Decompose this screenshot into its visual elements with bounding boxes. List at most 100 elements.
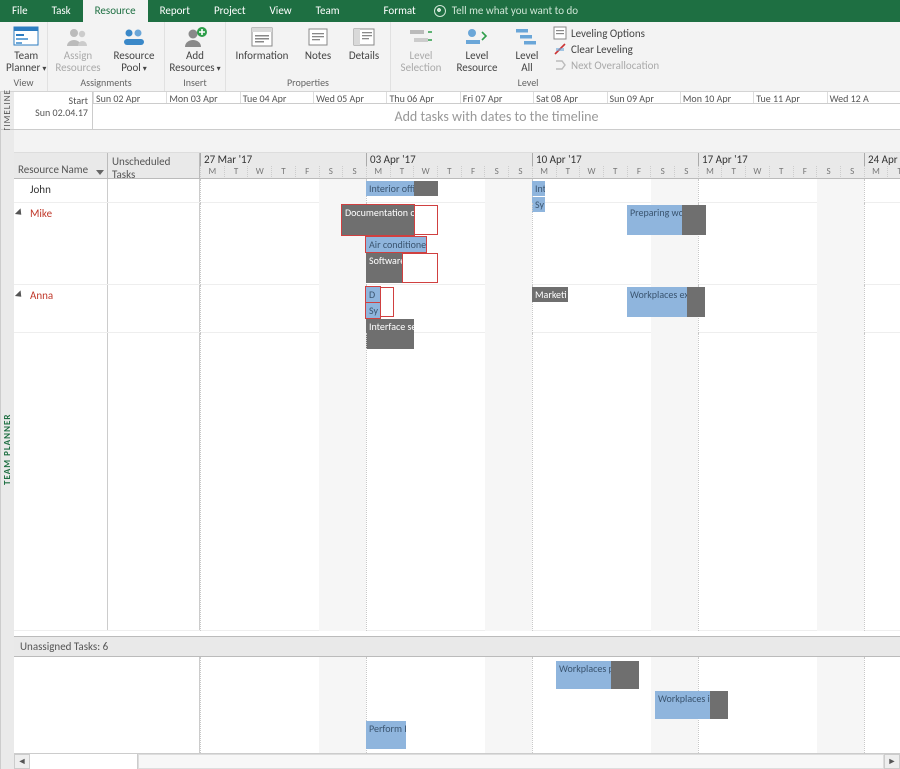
resource-name-cell[interactable]: John xyxy=(14,179,108,202)
task-bar[interactable] xyxy=(611,661,639,689)
menu-team[interactable]: Team xyxy=(304,0,352,22)
menu-view[interactable]: View xyxy=(258,0,304,22)
task-bar[interactable] xyxy=(380,287,394,317)
day-letter: T xyxy=(224,166,248,178)
team-planner-label: Team Planner▾ xyxy=(6,50,46,74)
menubar: File Task Resource Report Project View T… xyxy=(0,0,900,22)
week-label: 24 Apr ' xyxy=(864,153,900,166)
details-button[interactable]: Details xyxy=(344,24,384,62)
resource-name-cell[interactable]: Mike xyxy=(14,203,108,284)
task-bar[interactable]: Interior office xyxy=(366,181,414,196)
horizontal-scrollbar[interactable]: ◄ ► xyxy=(14,753,900,769)
timeline-placeholder[interactable]: Add tasks with dates to the timeline xyxy=(93,104,900,129)
task-bar[interactable]: Sy xyxy=(366,303,380,318)
tell-me-search[interactable]: Tell me what you want to do xyxy=(428,0,586,22)
scroll-left-button[interactable]: ◄ xyxy=(14,754,30,769)
day-letter: T xyxy=(271,166,295,178)
scroll-track[interactable] xyxy=(138,754,884,769)
clear-leveling-label: Clear Leveling xyxy=(571,43,633,56)
resource-chart-area[interactable]: Interior officeIntSy xyxy=(200,179,900,202)
ribbon-group-level: Level Selection Level Resource Level All… xyxy=(391,22,665,91)
day-letter: W xyxy=(247,166,271,178)
task-bar[interactable] xyxy=(710,691,728,719)
resource-chart-area[interactable]: DSyInterface setupMarketiWorkplaces expo… xyxy=(200,285,900,332)
task-bar[interactable]: D xyxy=(366,287,380,302)
task-bar[interactable]: Software design xyxy=(366,253,402,283)
planner-body[interactable]: John Interior office Int Sy Mike Documentatio… xyxy=(14,179,900,636)
resource-pool-label: Resource Pool▾ xyxy=(110,50,158,74)
resource-name-text: Mike xyxy=(30,207,52,220)
task-bar[interactable] xyxy=(682,205,706,235)
information-label: Information xyxy=(236,50,289,62)
timeline-day: Sun 02 Apr xyxy=(93,92,166,103)
unassigned-body[interactable]: Workplaces preparation Workplaces importa… xyxy=(14,657,900,753)
task-bar[interactable]: Workplaces preparation xyxy=(556,661,611,689)
team-planner-vert-label[interactable]: TEAM PLANNER xyxy=(0,130,14,769)
planner-timescale[interactable]: 27 Mar '1703 Apr '1710 Apr '1717 Apr '17… xyxy=(200,153,900,178)
col-resource-name[interactable]: Resource Name xyxy=(14,153,108,178)
empty-row-area[interactable] xyxy=(14,333,900,631)
collapse-icon[interactable] xyxy=(15,208,24,217)
resource-row[interactable]: Mike Documentation creation Air conditione… xyxy=(14,203,900,285)
menu-format[interactable]: Format xyxy=(372,0,428,22)
menu-file[interactable]: File xyxy=(0,0,40,22)
task-bar[interactable]: Air conditioners xyxy=(366,237,426,252)
task-bar[interactable]: Marketi xyxy=(532,287,568,302)
col-unscheduled[interactable]: Unscheduled Tasks xyxy=(108,153,200,178)
resource-chart-area[interactable]: Documentation creation Air conditionersSo… xyxy=(200,203,900,284)
notes-icon xyxy=(305,26,331,48)
task-bar[interactable]: Perform Initial xyxy=(366,721,406,749)
menu-resource[interactable]: Resource xyxy=(83,0,148,22)
unscheduled-cell[interactable] xyxy=(108,179,200,202)
assign-resources-button: Assign Resources xyxy=(54,24,102,74)
task-bar[interactable] xyxy=(414,205,438,235)
task-bar[interactable] xyxy=(687,287,705,317)
task-bar[interactable]: Preparing workplaces xyxy=(627,205,682,235)
day-letter: M xyxy=(366,166,390,178)
level-selection-button: Level Selection xyxy=(397,24,445,74)
day-letter: S xyxy=(508,166,532,178)
resource-pool-button[interactable]: Resource Pool▾ xyxy=(110,24,158,74)
leveling-options-label: Leveling Options xyxy=(571,27,645,40)
add-resources-label: Add Resources▾ xyxy=(169,50,220,74)
unassigned-header[interactable]: Unassigned Tasks: 6 xyxy=(14,636,900,657)
clear-leveling-icon xyxy=(553,42,567,56)
team-planner-button[interactable]: Team Planner▾ xyxy=(6,24,46,74)
resource-row[interactable]: JohnInterior officeIntSy xyxy=(14,179,900,203)
task-bar[interactable]: Workplaces exportation xyxy=(627,287,687,317)
collapse-icon[interactable] xyxy=(15,290,24,299)
week-label: 17 Apr '17 xyxy=(698,153,748,166)
task-bar[interactable] xyxy=(402,253,438,283)
team-planner-icon xyxy=(13,26,39,48)
task-bar[interactable] xyxy=(414,181,438,196)
add-resources-button[interactable]: Add Resources▾ xyxy=(171,24,219,74)
clear-leveling-button[interactable]: Clear Leveling xyxy=(553,42,659,56)
scroll-right-button[interactable]: ► xyxy=(884,754,900,769)
ribbon-group-properties: Information Notes Details Properties xyxy=(226,22,391,91)
timeline-main[interactable]: Sun 02 AprMon 03 AprTue 04 AprWed 05 Apr… xyxy=(93,92,900,129)
task-bar[interactable]: Documentation creation xyxy=(342,205,414,235)
level-all-button[interactable]: Level All xyxy=(509,24,545,74)
timeline-vert-label[interactable]: TIMELINE xyxy=(0,92,14,129)
timeline-day: Mon 10 Apr xyxy=(680,92,753,103)
menu-report[interactable]: Report xyxy=(148,0,202,22)
unscheduled-cell[interactable] xyxy=(108,203,200,284)
unscheduled-cell[interactable] xyxy=(108,285,200,332)
assign-resources-label: Assign Resources xyxy=(54,50,102,74)
timeline-start-date: Sun 02.04.17 xyxy=(14,107,88,119)
menu-project[interactable]: Project xyxy=(202,0,258,22)
task-bar[interactable]: Workplaces importation xyxy=(655,691,710,719)
notes-label: Notes xyxy=(305,50,331,62)
level-resource-button[interactable]: Level Resource xyxy=(453,24,501,74)
resource-name-text: John xyxy=(30,183,51,196)
chevron-down-icon[interactable] xyxy=(96,170,104,175)
resource-name-cell[interactable]: Anna xyxy=(14,285,108,332)
information-button[interactable]: Information xyxy=(232,24,292,62)
menu-task[interactable]: Task xyxy=(40,0,83,22)
resource-row[interactable]: Anna DSyInterface setupMarketiWorkplaces … xyxy=(14,285,900,333)
task-bar[interactable]: Int xyxy=(532,181,545,196)
day-letter: M xyxy=(698,166,722,178)
notes-button[interactable]: Notes xyxy=(300,24,336,62)
timeline-day: Sat 08 Apr xyxy=(533,92,606,103)
leveling-options-button[interactable]: Leveling Options xyxy=(553,26,659,40)
